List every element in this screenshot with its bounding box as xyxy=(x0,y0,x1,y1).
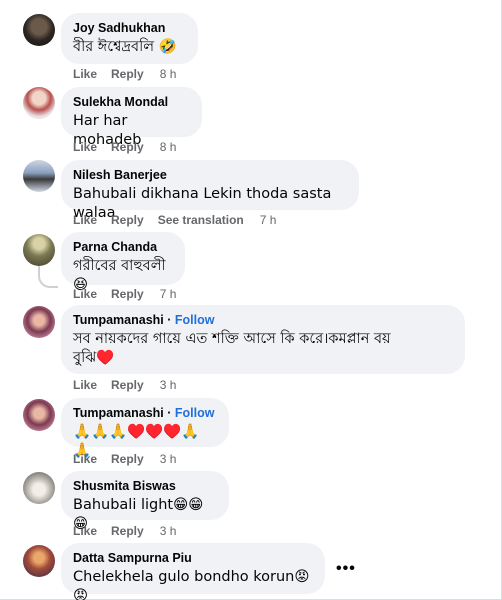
follow-button[interactable]: Follow xyxy=(175,313,215,327)
comment-timestamp[interactable]: 7 h xyxy=(260,213,277,227)
comments-panel: Joy Sadhukhan বীর ঈশ্বেদ্রবলি 🤣 Like Repl… xyxy=(0,0,502,600)
avatar[interactable] xyxy=(23,160,55,192)
comment-author-name[interactable]: Tumpamanashi xyxy=(73,406,164,420)
comment-text: সব নায়কদের গায়ে এত শক্তি আসে কি করে।কম… xyxy=(73,330,453,368)
comment-bubble: Datta Sampurna Piu Chelekhela gulo bondh… xyxy=(61,543,325,600)
comment-bubble: Nilesh Banerjee Bahubali dikhana Lekin t… xyxy=(61,160,359,221)
comment-author[interactable]: Nilesh Banerjee xyxy=(73,167,347,183)
avatar[interactable] xyxy=(23,545,55,577)
comment-author[interactable]: Joy Sadhukhan xyxy=(73,20,186,36)
comment-actions: Like Reply 8 h xyxy=(73,140,190,154)
comment-bubble: Sulekha Mondal Har har mohadeb xyxy=(61,87,202,148)
avatar[interactable] xyxy=(23,87,55,119)
reply-button[interactable]: Reply xyxy=(111,524,144,538)
comment-text-line: বুঝি♥️ xyxy=(73,350,115,366)
comment-bubble: Tumpamanashi · Follow 🙏🙏🙏♥️♥️♥️🙏🙏 xyxy=(61,398,229,459)
thread-connector xyxy=(38,270,58,288)
like-button[interactable]: Like xyxy=(73,213,97,227)
avatar[interactable] xyxy=(23,399,55,431)
like-button[interactable]: Like xyxy=(73,287,97,301)
comment-bubble: Shusmita Biswas Bahubali light😁😁😁 xyxy=(61,471,229,532)
comment-author[interactable]: Shusmita Biswas xyxy=(73,478,217,494)
like-button[interactable]: Like xyxy=(73,67,97,81)
comment-timestamp[interactable]: 8 h xyxy=(160,67,177,81)
comment-text: বীর ঈশ্বেদ্রবলি 🤣 xyxy=(73,39,177,55)
reply-button[interactable]: Reply xyxy=(111,213,144,227)
comment-actions: Like Reply See translation 7 h xyxy=(73,213,290,227)
comment-timestamp[interactable]: 7 h xyxy=(160,287,177,301)
comment-author: Tumpamanashi · Follow xyxy=(73,312,453,328)
comment-bubble: Parna Chanda গরীবের বাহুবলী 😆 xyxy=(61,232,185,293)
avatar[interactable] xyxy=(23,472,55,504)
comment-timestamp[interactable]: 8 h xyxy=(160,140,177,154)
like-button[interactable]: Like xyxy=(73,378,97,392)
separator-dot: · xyxy=(163,313,175,327)
reply-button[interactable]: Reply xyxy=(111,378,144,392)
comment-actions: Like Reply 3 h xyxy=(73,378,190,392)
avatar[interactable] xyxy=(23,14,55,46)
comment-text-line: সব নায়কদের গায়ে এত শক্তি আসে কি করে।কম… xyxy=(73,331,391,347)
comment-author[interactable]: Sulekha Mondal xyxy=(73,94,190,110)
comment-author-name[interactable]: Tumpamanashi xyxy=(73,313,164,327)
avatar[interactable] xyxy=(23,306,55,338)
reply-button[interactable]: Reply xyxy=(111,452,144,466)
reply-button[interactable]: Reply xyxy=(111,140,144,154)
comment-actions: Like Reply 3 h xyxy=(73,524,190,538)
comment-timestamp[interactable]: 3 h xyxy=(160,452,177,466)
comment-bubble: Joy Sadhukhan বীর ঈশ্বেদ্রবলি 🤣 xyxy=(61,13,198,64)
comment-actions: Like Reply 8 h xyxy=(73,67,190,81)
comment-author: Tumpamanashi · Follow xyxy=(73,405,217,421)
comment-text: Chelekhela gulo bondho korun😡😡 xyxy=(73,569,310,600)
comment-author[interactable]: Parna Chanda xyxy=(73,239,173,255)
comment-bubble: Tumpamanashi · Follow সব নায়কদের গায়ে … xyxy=(61,305,465,374)
comment-actions: Like Reply 7 h xyxy=(73,287,190,301)
comment-timestamp[interactable]: 3 h xyxy=(160,524,177,538)
like-button[interactable]: Like xyxy=(73,140,97,154)
comment-timestamp[interactable]: 3 h xyxy=(160,378,177,392)
like-button[interactable]: Like xyxy=(73,452,97,466)
reply-button[interactable]: Reply xyxy=(111,287,144,301)
comment-actions: Like Reply 3 h xyxy=(73,452,190,466)
like-button[interactable]: Like xyxy=(73,524,97,538)
separator-dot: · xyxy=(163,406,175,420)
avatar[interactable] xyxy=(23,234,55,266)
see-translation-link[interactable]: See translation xyxy=(158,213,244,227)
more-options-button[interactable]: ••• xyxy=(336,561,356,577)
comment-author[interactable]: Datta Sampurna Piu xyxy=(73,550,313,566)
follow-button[interactable]: Follow xyxy=(175,406,215,420)
reply-button[interactable]: Reply xyxy=(111,67,144,81)
